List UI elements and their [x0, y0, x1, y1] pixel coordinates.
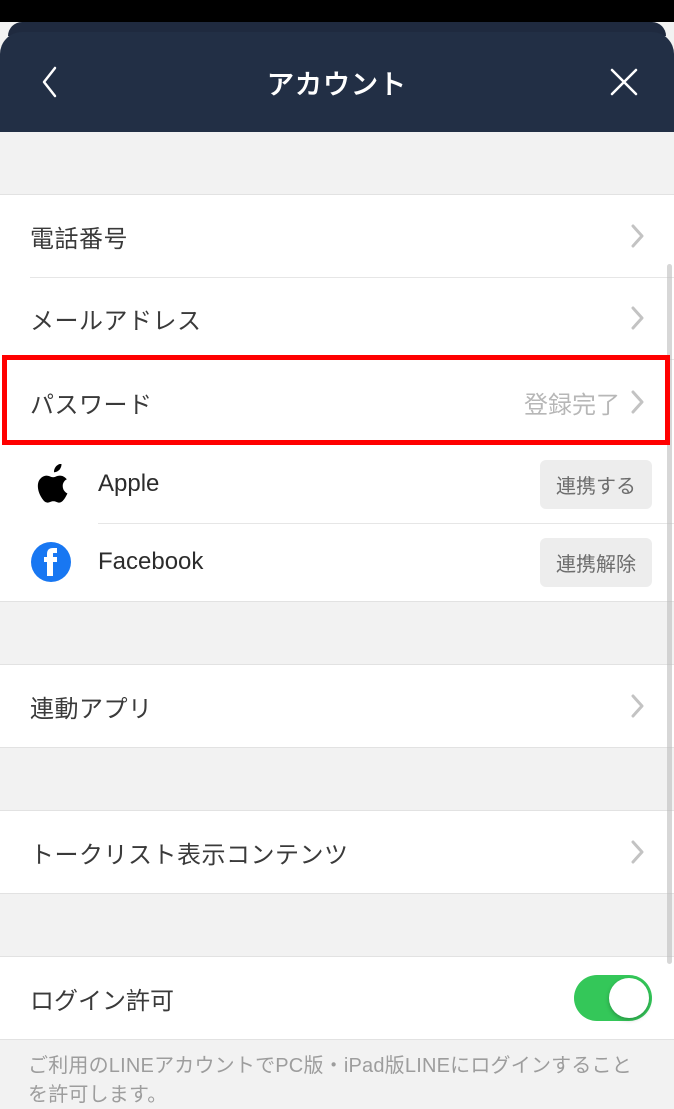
section-gap-3 [0, 894, 674, 956]
status-bar-black [0, 0, 674, 22]
chevron-right-icon [630, 223, 646, 249]
row-facebook-label: Facebook [98, 548, 540, 576]
header-bar: アカウント [0, 32, 674, 132]
section-gap-1 [0, 602, 674, 664]
scrollbar-thumb[interactable] [667, 264, 672, 964]
row-email-label: メールアドレス [30, 301, 630, 336]
section-gap-2 [0, 748, 674, 810]
row-email[interactable]: メールアドレス [0, 277, 674, 359]
apple-icon [30, 463, 72, 505]
apple-link-button[interactable]: 連携する [540, 460, 652, 509]
back-button[interactable] [30, 62, 70, 102]
close-button[interactable] [604, 62, 644, 102]
chevron-right-icon [630, 839, 646, 865]
row-linked-apps-label: 連動アプリ [30, 689, 630, 724]
row-phone[interactable]: 電話番号 [0, 195, 674, 277]
row-login-permission: ログイン許可 [0, 956, 674, 1040]
chevron-right-icon [630, 693, 646, 719]
login-permission-note: ご利用のLINEアカウントでPC版・iPad版LINEにログインすることを許可し… [0, 1040, 674, 1109]
account-section: 電話番号 メールアドレス パスワード 登録完了 [0, 194, 674, 602]
row-linked-apps[interactable]: 連動アプリ [0, 665, 674, 747]
linked-apps-section: 連動アプリ [0, 664, 674, 748]
row-phone-label: 電話番号 [30, 219, 630, 254]
page-title: アカウント [0, 63, 674, 102]
row-password[interactable]: パスワード 登録完了 [0, 359, 674, 445]
toggle-knob [609, 978, 649, 1018]
facebook-unlink-button[interactable]: 連携解除 [540, 538, 652, 587]
talklist-section: トークリスト表示コンテンツ [0, 810, 674, 894]
facebook-icon [30, 541, 72, 583]
screen: アカウント 電話番号 メールアドレス パスワード [0, 0, 674, 1109]
row-talklist-label: トークリスト表示コンテンツ [30, 835, 630, 870]
top-spacer [0, 132, 674, 194]
row-apple-label: Apple [98, 470, 540, 498]
chevron-left-icon [40, 65, 60, 99]
close-icon [609, 67, 639, 97]
chevron-right-icon [630, 305, 646, 331]
row-apple[interactable]: Apple 連携する [0, 445, 674, 523]
row-talklist[interactable]: トークリスト表示コンテンツ [0, 811, 674, 893]
row-facebook[interactable]: Facebook 連携解除 [0, 523, 674, 601]
row-login-permission-label: ログイン許可 [30, 981, 574, 1016]
login-permission-toggle[interactable] [574, 975, 652, 1021]
chevron-right-icon [630, 389, 646, 415]
row-password-status: 登録完了 [524, 385, 620, 420]
row-password-label: パスワード [30, 385, 524, 420]
content-scroll[interactable]: 電話番号 メールアドレス パスワード 登録完了 [0, 132, 674, 1109]
